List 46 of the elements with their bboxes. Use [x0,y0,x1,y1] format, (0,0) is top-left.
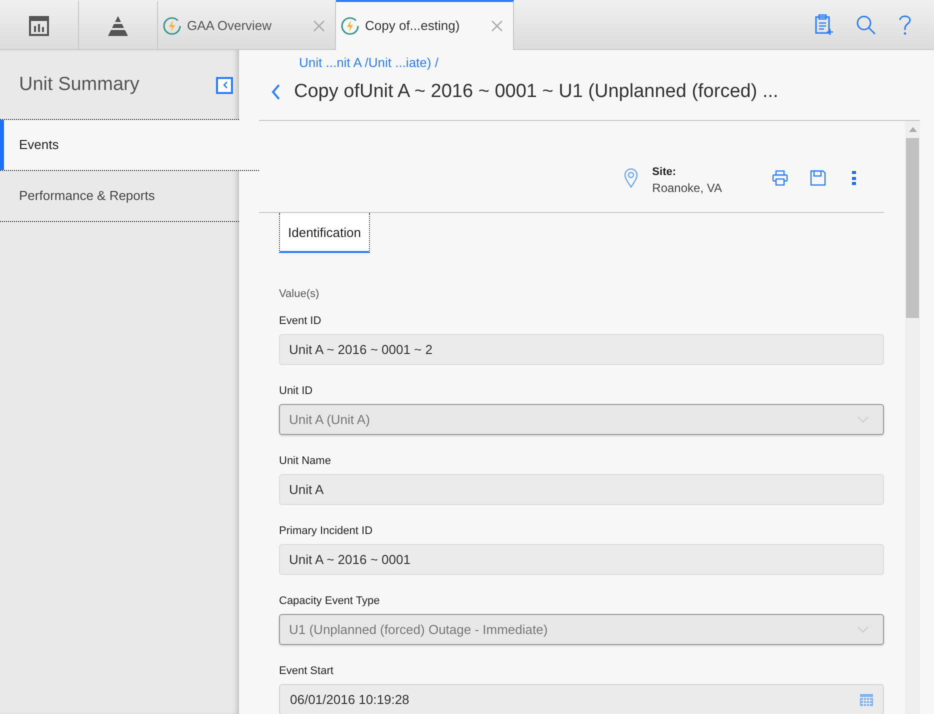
tab-label: Copy of...esting) [365,17,460,36]
collapse-button[interactable] [216,76,233,94]
calendar-icon[interactable] [860,693,873,706]
chevron-down-icon [857,416,869,423]
input-field[interactable]: Unit A [279,474,884,505]
site-label: Site: [652,164,678,180]
field-label: Unit Name [279,455,331,468]
input-field[interactable]: Unit A ~ 2016 ~ 0001 [279,544,884,575]
help-icon[interactable] [898,14,912,34]
field-label: Capacity Event Type [279,595,380,608]
scroll-thumb[interactable] [906,138,919,318]
chart-window-icon [28,14,50,36]
document-tab[interactable]: Copy of...esting) [336,0,514,50]
chevron-left-icon [222,81,228,89]
scrollbar[interactable] [905,121,920,714]
dropdown-field[interactable]: Unit A (Unit A) [279,404,884,435]
chevron-down-icon [857,626,869,633]
page-title: Copy ofUnit A ~ 2016 ~ 0001 ~ U1 (Unplanned (forced) ... [294,80,778,104]
back-icon[interactable] [271,84,281,100]
field-label: Event ID [279,315,322,328]
print-icon[interactable] [772,170,788,186]
pyramid-icon [106,14,130,36]
location-pin-icon [624,168,638,188]
form-tab[interactable]: Identification [279,213,370,253]
field-label: Primary Incident ID [279,525,373,538]
search-icon[interactable] [856,14,876,34]
site-value: Roanoke, VA [652,180,722,196]
dropdown-field[interactable]: U1 (Unplanned (forced) Outage - Immediate) [279,614,884,645]
bolt-circle-icon [162,16,182,36]
field-label: Event Start [279,665,334,678]
close-icon[interactable] [491,20,503,32]
sidebar-item[interactable]: Events [0,120,259,171]
clipboard-add-icon[interactable] [814,14,834,36]
scroll-up-icon[interactable] [908,127,916,132]
bolt-circle-icon [340,16,360,36]
more-icon[interactable] [852,170,856,186]
field-label: Unit ID [279,385,313,398]
save-icon[interactable] [810,170,826,186]
input-field[interactable]: Unit A ~ 2016 ~ 0001 ~ 2 [279,334,884,365]
breadcrumb-link[interactable]: Unit ...nit A /Unit ...iate) / [259,50,438,72]
close-icon[interactable] [313,20,325,32]
sidebar-title: Unit Summary [19,72,140,97]
sidebar-item[interactable]: Performance & Reports [0,171,239,222]
tab-label: GAA Overview [187,16,272,35]
date-field[interactable]: 06/01/2016 10:19:28 [279,684,884,714]
section-label: Value(s) [279,288,320,301]
